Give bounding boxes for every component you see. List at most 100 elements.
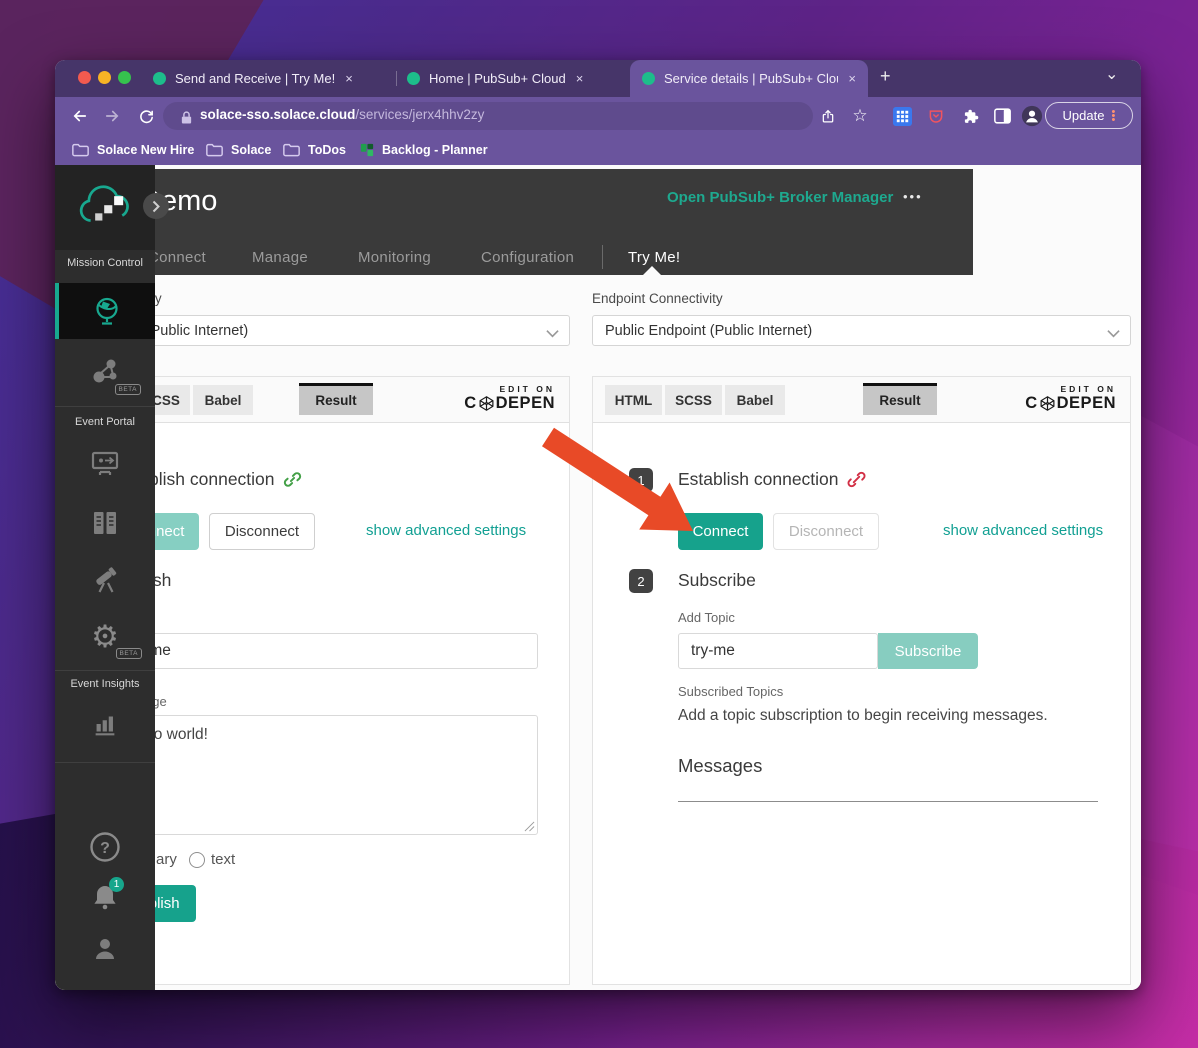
text-radio[interactable]: text [189,851,235,868]
header-menu-dots[interactable]: ••• [903,189,923,204]
sidebar-divider [55,406,155,407]
browser-toolbar: solace-sso.solace.cloud/services/jerx4hh… [55,97,1141,135]
side-panel-icon[interactable] [991,105,1013,127]
sidebar-item-event-management[interactable]: ⚙ BETA [55,609,155,665]
browser-tab-bar: Send and Receive | Try Me! × Home | PubS… [55,60,1141,97]
share-icon[interactable] [817,105,839,127]
codepen-tab-babel[interactable]: Babel [725,385,785,415]
bookmark-planner[interactable]: Backlog - Planner [360,135,488,165]
solace-logo-block[interactable] [55,165,155,250]
solace-cloud-logo [77,179,135,235]
chevron-down-icon [546,326,559,342]
bookmark-folder[interactable]: Solace [206,135,271,165]
url-domain: solace-sso.solace.cloud [200,107,355,122]
help-button[interactable]: ? [55,825,155,869]
add-topic-label: Add Topic [678,610,735,625]
link-broken-icon [847,470,866,489]
back-icon[interactable] [69,105,91,127]
mission-control-label: Mission Control [55,257,155,269]
minimize-window-button[interactable] [98,71,111,84]
codepen-tab-scss[interactable]: SCSS [665,385,722,415]
sidebar-item-cluster-manager[interactable] [55,283,155,339]
endpoint-connectivity-label-right: Endpoint Connectivity [592,291,723,306]
apps-grid-icon[interactable] [891,105,913,127]
tab-title: Home | PubSub+ Cloud [429,71,566,86]
tab-monitoring[interactable]: Monitoring [358,249,431,266]
messages-heading: Messages [678,755,762,777]
sidebar-collapse-chevron[interactable] [143,193,169,219]
messages-divider [678,801,1098,802]
reload-icon[interactable] [135,105,157,127]
show-advanced-settings-link[interactable]: show advanced settings [943,522,1103,539]
disconnect-button[interactable]: Disconnect [209,513,315,550]
sidebar-item-mesh-manager[interactable]: BETA [55,341,155,403]
radio-icon[interactable] [189,852,205,868]
sidebar-item-catalog[interactable] [55,497,155,549]
notifications-button[interactable]: 1 [55,875,155,919]
message-textarea[interactable]: Hello world! [114,715,538,835]
mission-control-sidebar: Mission Control [55,165,155,990]
planner-icon [360,143,374,157]
lock-icon[interactable] [175,106,197,128]
active-tab-pointer [643,266,661,275]
codepen-tab-babel[interactable]: Babel [193,385,253,415]
pocket-icon[interactable] [925,105,947,127]
codepen-tab-result[interactable]: Result [863,383,937,415]
tab-close-icon[interactable]: × [576,71,584,86]
tab-close-icon[interactable]: × [848,71,856,86]
new-tab-button[interactable]: + [880,66,891,87]
endpoint-connectivity-value: Public Endpoint (Public Internet) [605,323,812,339]
tab-connect[interactable]: Connect [148,249,206,266]
designer-icon [88,448,122,480]
establish-connection-heading: Establish connection [678,469,866,490]
codepen-logo[interactable]: EDIT ON CDEPEN [464,384,555,413]
endpoint-connectivity-select-right[interactable]: Public Endpoint (Public Internet) [592,315,1131,346]
bookmark-label: Backlog - Planner [382,143,488,157]
sidebar-item-discovery[interactable] [55,553,155,605]
subscribe-button[interactable]: Subscribe [878,633,978,669]
codepen-tab-html[interactable]: HTML [605,385,662,415]
codepen-logo[interactable]: EDIT ON CDEPEN [1025,384,1116,413]
bookmark-label: ToDos [308,143,346,157]
step-1-badge: 1 [629,468,653,492]
maximize-window-button[interactable] [118,71,131,84]
svg-text:?: ? [100,840,110,857]
open-broker-manager-link[interactable]: Open PubSub+ Broker Manager [667,189,893,206]
add-topic-input[interactable] [678,633,878,669]
person-icon [89,933,121,965]
url-path: /services/jerx4hhv2zy [355,107,484,122]
page-content: Demo Open PubSub+ Broker Manager ••• Con… [55,165,1141,990]
connect-button[interactable]: Connect [678,513,763,550]
extensions-puzzle-icon[interactable] [959,105,981,127]
bookmark-folder[interactable]: ToDos [283,135,346,165]
bookmark-label: Solace New Hire [97,143,194,157]
sidebar-item-insights[interactable] [55,702,155,746]
tab-close-icon[interactable]: × [345,71,353,86]
user-profile-button[interactable] [55,927,155,971]
browser-tab-active[interactable]: Service details | PubSub+ Clou × [630,60,868,97]
tab-title: Send and Receive | Try Me! [175,71,335,86]
codepen-tab-result[interactable]: Result [299,383,373,415]
globe-icon [91,295,123,327]
profile-avatar[interactable] [1021,105,1043,127]
folder-icon [206,143,223,157]
sidebar-item-designer[interactable] [55,438,155,490]
show-advanced-settings-link[interactable]: show advanced settings [366,522,526,539]
bookmark-star-icon[interactable]: ☆ [849,105,871,127]
browser-tab[interactable]: Home | PubSub+ Cloud × [407,60,629,97]
tab-search-chevron-icon[interactable]: ⌄ [1105,64,1118,84]
update-button[interactable]: Update ••• [1045,102,1133,129]
disconnect-button[interactable]: Disconnect [773,513,879,550]
bookmark-folder[interactable]: Solace New Hire [72,135,194,165]
menu-dots-icon: ••• [1111,110,1115,122]
forward-icon[interactable] [101,105,123,127]
tab-configuration[interactable]: Configuration [481,249,574,266]
resize-grip-icon[interactable] [524,821,535,832]
event-insights-label: Event Insights [55,678,155,690]
browser-tab[interactable]: Send and Receive | Try Me! × [153,60,393,97]
tab-manage[interactable]: Manage [252,249,308,266]
topic-input[interactable] [114,633,538,669]
close-window-button[interactable] [78,71,91,84]
notification-badge: 1 [109,877,124,892]
tab-try-me[interactable]: Try Me! [628,249,680,266]
